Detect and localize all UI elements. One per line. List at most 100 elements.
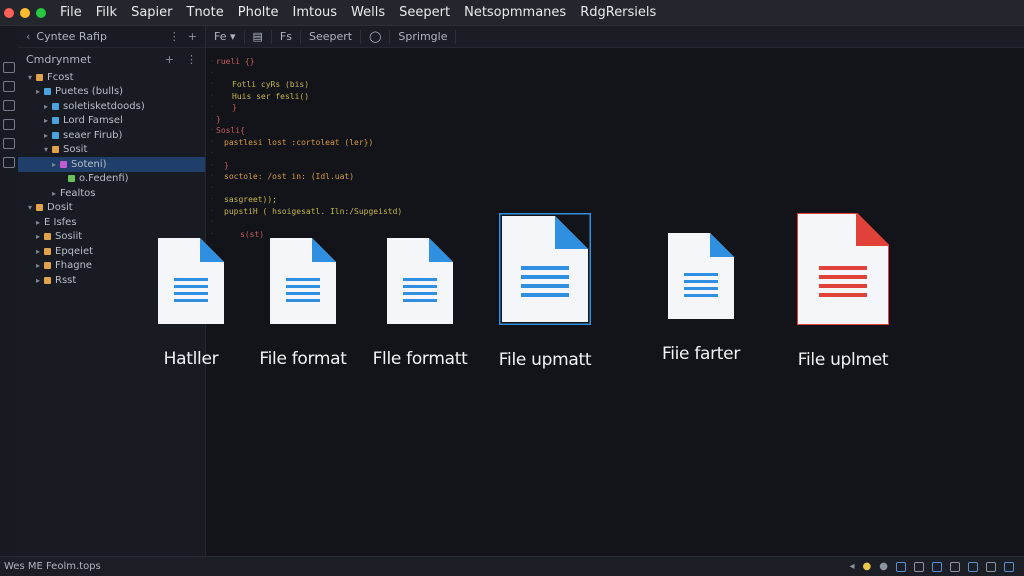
code-line[interactable]: sasgreet)); — [216, 194, 402, 206]
tree-item-label: Lord Famsel — [63, 115, 123, 127]
chevron-icon[interactable]: ▾ — [28, 73, 36, 82]
tree-item-label: seaer Firub) — [63, 129, 123, 141]
menu-bar: File Filk Sapier Tnote Pholte Imtous Wel… — [0, 0, 1024, 26]
chevron-icon[interactable]: ▸ — [36, 247, 44, 256]
remote-icon[interactable] — [932, 561, 942, 572]
close-window-button[interactable] — [4, 7, 14, 18]
code-line[interactable]: } — [216, 102, 402, 114]
folder-icon — [44, 88, 51, 96]
menu-item[interactable]: Wells — [351, 5, 385, 20]
editor-tab[interactable]: ◯ — [361, 29, 391, 44]
code-line[interactable]: pupstiH ( hsoigesatl. Iln:/Supgeistd) — [216, 206, 402, 218]
file-label: Fiie farter — [661, 344, 741, 364]
editor-tab[interactable]: Seepert — [301, 29, 362, 44]
code-line[interactable]: soctole: /ost in: (Idl.uat) — [216, 171, 402, 183]
tree-item[interactable]: o.Fedenfi) — [18, 172, 205, 187]
chevron-icon[interactable]: ▾ — [44, 145, 52, 154]
file-item[interactable]: File uplmet — [768, 213, 918, 370]
chevron-icon[interactable]: ▸ — [52, 160, 60, 169]
editor-tab[interactable]: Fe ▾ — [206, 29, 245, 44]
folder-icon — [36, 204, 43, 212]
chevron-icon[interactable]: ▸ — [36, 276, 44, 285]
code-line[interactable]: } — [216, 160, 402, 172]
menu-item[interactable]: Seepert — [399, 5, 450, 20]
editor-tab[interactable]: Sprimgle — [390, 29, 457, 44]
code-line[interactable] — [216, 217, 402, 229]
code-line[interactable]: } — [216, 114, 402, 126]
gear-icon[interactable] — [986, 561, 996, 572]
chevron-icon[interactable]: ▾ — [28, 203, 36, 212]
extensions-icon[interactable] — [3, 138, 15, 149]
chevron-icon[interactable]: ▸ — [36, 232, 44, 241]
split-icon[interactable]: ⋮ — [169, 30, 180, 43]
status-icons: ◂ ● ● — [850, 561, 1014, 572]
tree-item[interactable]: ▸ Fealtos — [18, 186, 205, 201]
tree-item[interactable]: ▸ soletisketdoods) — [18, 99, 205, 114]
debug-icon[interactable] — [3, 119, 15, 130]
error-icon[interactable]: ● — [879, 561, 888, 572]
file-item[interactable]: Fiie farter — [626, 233, 776, 364]
file-label: File upmatt — [498, 350, 592, 370]
chevron-icon[interactable]: ▸ — [36, 87, 44, 96]
maximize-window-button[interactable] — [36, 7, 46, 18]
code-line[interactable]: Sosli{ — [216, 125, 402, 137]
tree-item-label: Rsst — [55, 274, 77, 286]
notifications-icon[interactable] — [1004, 561, 1014, 572]
terminal-icon[interactable] — [914, 561, 924, 572]
tree-item[interactable]: ▸ Puetes (bulls) — [18, 85, 205, 100]
chevron-icon[interactable]: ▸ — [52, 189, 60, 198]
chevron-icon[interactable]: ▸ — [44, 102, 52, 111]
menu-item[interactable]: Sapier — [131, 5, 172, 20]
menu-item[interactable]: RdgRersiels — [580, 5, 656, 20]
add-icon[interactable]: + — [188, 30, 197, 43]
menu-item[interactable]: Imtous — [292, 5, 337, 20]
editor-tab[interactable]: Fs — [272, 29, 301, 44]
account-icon[interactable] — [950, 561, 960, 572]
tree-item[interactable]: ▾ Dosit — [18, 201, 205, 216]
code-line[interactable] — [216, 68, 402, 80]
new-file-icon[interactable]: + — [165, 53, 174, 66]
tree-item[interactable]: ▸ Soteni) — [18, 157, 205, 172]
tree-item-label: Soteni) — [71, 158, 107, 170]
warning-icon[interactable]: ● — [863, 561, 872, 572]
code-line[interactable]: rueli {} — [216, 56, 402, 68]
editor-tab-bar: Fe ▾ ▤ Fs Seepert ◯ Sprimgle — [206, 26, 1024, 48]
code-line[interactable]: Huis ser fesli() — [216, 91, 402, 103]
tree-item[interactable]: ▸ E Isfes — [18, 215, 205, 230]
tree-item[interactable]: ▸ seaer Firub) — [18, 128, 205, 143]
tree-item[interactable]: ▾ Fcost — [18, 70, 205, 85]
settings-icon[interactable] — [3, 157, 15, 168]
chevron-icon[interactable]: ▸ — [44, 116, 52, 125]
code-line[interactable]: Fotli cyRs (bis) — [216, 79, 402, 91]
document-icon — [158, 238, 224, 324]
chevron-icon[interactable]: ▸ — [36, 218, 44, 227]
menu-item[interactable]: Netsopmmanes — [464, 5, 566, 20]
menu-item[interactable]: File — [60, 5, 82, 20]
user-icon[interactable] — [968, 561, 978, 572]
minimize-window-button[interactable] — [20, 7, 30, 18]
tree-item[interactable]: ▾ Sosit — [18, 143, 205, 158]
explorer-icon[interactable] — [3, 62, 15, 73]
menu-item[interactable]: Filk — [96, 5, 117, 20]
folder-icon — [52, 146, 59, 154]
tree-item-label: Dosit — [47, 202, 73, 214]
window-controls — [0, 7, 46, 18]
editor-tab[interactable]: ▤ — [245, 29, 272, 44]
tree-item[interactable]: ▸ Lord Famsel — [18, 114, 205, 129]
chevron-icon[interactable]: ▸ — [36, 261, 44, 270]
back-icon[interactable]: ‹ — [26, 30, 30, 43]
menu-item[interactable]: Pholte — [238, 5, 279, 20]
code-line[interactable]: pastlesi lost :cortoleat (ler}) — [216, 137, 402, 149]
code-line[interactable] — [216, 148, 402, 160]
source-control-icon[interactable] — [3, 100, 15, 111]
tree-item-label: soletisketdoods) — [63, 100, 145, 112]
more-icon[interactable]: ⋮ — [186, 53, 197, 66]
file-item[interactable]: File upmatt — [470, 213, 620, 370]
menu-item[interactable]: Tnote — [187, 5, 224, 20]
bell-icon[interactable]: ◂ — [850, 561, 855, 572]
code-line[interactable] — [216, 183, 402, 195]
search-icon[interactable] — [3, 81, 15, 92]
chevron-icon[interactable]: ▸ — [44, 131, 52, 140]
sync-icon[interactable] — [896, 561, 906, 572]
folder-icon — [52, 131, 59, 139]
